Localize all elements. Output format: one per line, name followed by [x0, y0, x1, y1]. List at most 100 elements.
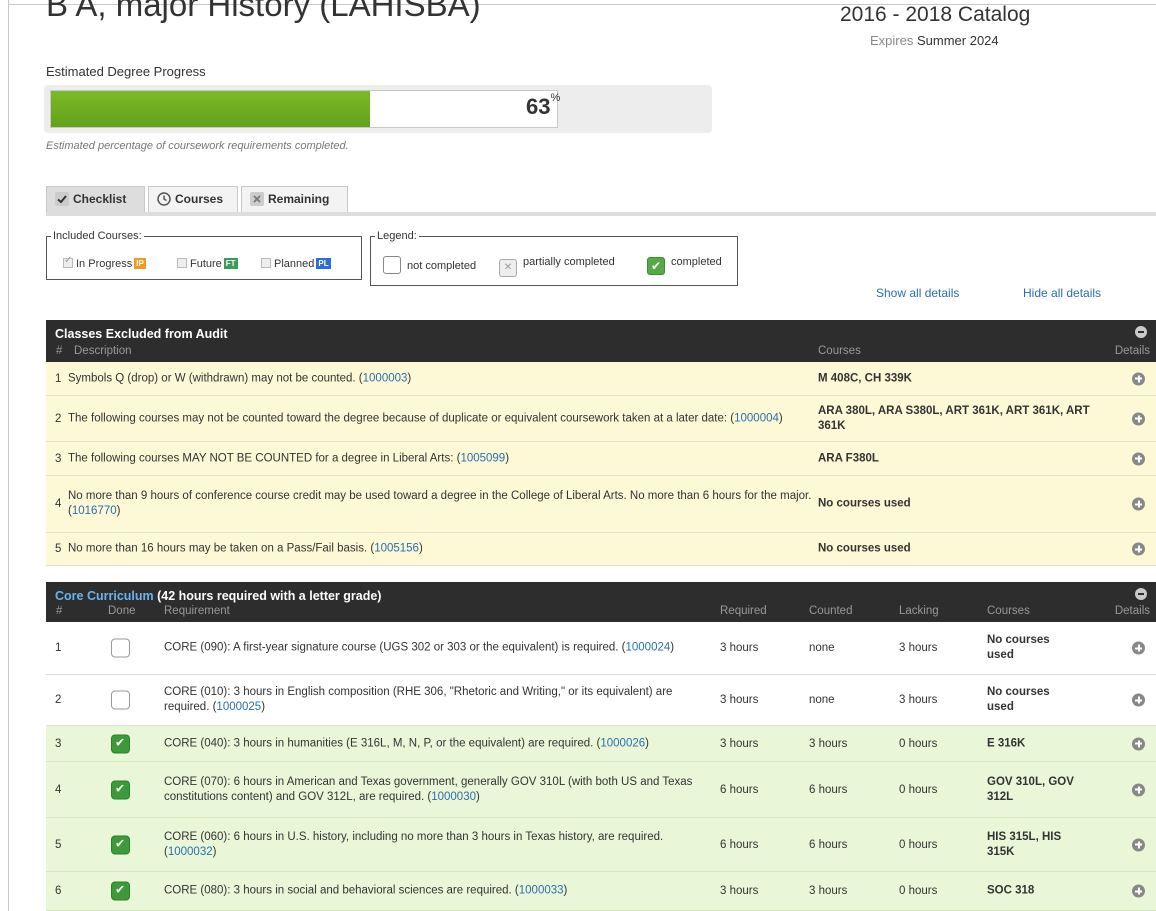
expand-details-icon[interactable] [1132, 737, 1145, 750]
row-num: 3 [55, 737, 62, 750]
row-requirement: CORE (060): 6 hours in U.S. history, inc… [164, 830, 704, 860]
table-row: 4 CORE (070): 6 hours in American and Tex… [46, 762, 1156, 818]
row-text: CORE (070): 6 hours in American and Texa… [164, 775, 693, 803]
in-progress-checkbox[interactable] [63, 255, 73, 268]
rule-code-link[interactable]: 1000004 [734, 412, 779, 424]
row-text: The following courses may not be counted… [68, 412, 735, 424]
row-text: CORE (040): 3 hours in humanities (E 316… [164, 737, 601, 749]
col-counted: Counted [809, 605, 853, 617]
filter-future[interactable]: Future FT [177, 258, 238, 270]
expand-details-icon[interactable] [1132, 884, 1145, 898]
expand-details-icon[interactable] [1132, 693, 1145, 707]
row-lacking: 0 hours [899, 838, 938, 851]
row-courses: No courses used [987, 634, 1050, 661]
expand-details-icon[interactable] [1132, 372, 1145, 385]
expand-details-icon[interactable] [1132, 452, 1145, 465]
row-required: 6 hours [720, 783, 759, 796]
core-section-title: Core Curriculum (42 hours required with … [55, 589, 381, 603]
tab-courses[interactable]: Courses [148, 186, 238, 212]
row-courses: ARA F380L [818, 452, 879, 464]
col-requirement: Requirement [164, 605, 230, 617]
catalog-expiry: Expires Summer 2024 [870, 33, 999, 48]
legend-completed-label: completed [671, 256, 722, 268]
completed-check-icon [111, 835, 130, 854]
row-text-tail: ) [645, 737, 649, 749]
rule-code-link[interactable]: 1000025 [216, 701, 261, 713]
row-required: 3 hours [720, 737, 759, 750]
rule-code-link[interactable]: 1000030 [431, 791, 476, 803]
row-text: CORE (090): A first-year signature cours… [164, 641, 626, 654]
left-border [8, 0, 9, 911]
col-required: Required [720, 605, 767, 617]
expires-label: Expires [870, 33, 914, 48]
row-num: 4 [55, 783, 62, 796]
row-description: No more than 16 hours may be taken on a … [68, 542, 818, 557]
show-all-details-link[interactable]: Show all details [876, 286, 959, 300]
row-num: 6 [55, 885, 62, 897]
row-courses: M 408C, CH 339K [818, 372, 912, 384]
row-text: CORE (060): 6 hours in U.S. history, inc… [164, 830, 664, 858]
row-courses: ARA 380L, ARA S380L, ART 361K, ART 361K,… [818, 404, 1090, 432]
expand-details-icon[interactable] [1132, 412, 1145, 425]
planned-badge: PL [316, 258, 331, 269]
partial-x-icon: ✕ [499, 259, 517, 277]
filter-in-progress[interactable]: In ProgressIP [63, 255, 146, 270]
rule-code-link[interactable]: 1000003 [363, 372, 408, 384]
row-num: 5 [55, 543, 62, 555]
rule-code-link[interactable]: 1000026 [600, 737, 645, 749]
collapse-icon[interactable] [1135, 326, 1147, 338]
tab-checklist[interactable]: Checklist [46, 186, 145, 212]
legend-not-completed: not completed [383, 256, 476, 274]
tab-remaining[interactable]: Remaining [241, 186, 348, 212]
row-description: No more than 9 hours of conference cours… [68, 489, 818, 519]
included-courses-legend: Included Courses: [53, 230, 142, 242]
expand-details-icon[interactable] [1132, 542, 1145, 556]
clock-icon [157, 192, 171, 206]
expand-details-icon[interactable] [1132, 838, 1145, 851]
expires-value: Summer 2024 [916, 33, 999, 48]
progress-panel: 63% [44, 85, 712, 133]
progress-label: Estimated Degree Progress [46, 64, 206, 79]
expand-details-icon[interactable] [1132, 783, 1145, 796]
progress-percent-value: 63 [526, 94, 551, 119]
row-counted: none [809, 694, 835, 706]
rule-code-link[interactable]: 1000024 [626, 642, 671, 654]
col-num: # [56, 605, 63, 617]
progress-note: Estimated percentage of coursework requi… [46, 140, 349, 152]
row-courses: No courses used [987, 686, 1050, 713]
page-title: B A, major History (LAHISBA) [46, 0, 481, 23]
future-badge: FT [223, 258, 238, 269]
x-icon [250, 192, 264, 206]
check-icon [55, 192, 69, 206]
rule-code-link[interactable]: 1000032 [168, 846, 213, 858]
future-checkbox[interactable] [177, 258, 187, 268]
table-row: 6 CORE (080): 3 hours in social and behav… [46, 872, 1156, 911]
filter-planned[interactable]: Planned PL [261, 258, 331, 270]
row-counted: 3 hours [809, 737, 848, 750]
row-courses: HIS 315L, HIS 315K [987, 830, 1062, 858]
row-text: No more than 16 hours may be taken on a … [68, 542, 375, 555]
row-description: Symbols Q (drop) or W (withdrawn) may no… [68, 371, 818, 386]
completed-check-icon [111, 780, 130, 799]
expand-details-icon[interactable] [1132, 497, 1145, 511]
row-text-tail: ) [212, 845, 217, 858]
core-curriculum-link[interactable]: Core Curriculum [55, 589, 154, 603]
excluded-section-title: Classes Excluded from Audit [55, 327, 228, 341]
row-text-tail: ) [407, 372, 412, 384]
hide-all-details-link[interactable]: Hide all details [1023, 286, 1101, 300]
col-courses: Courses [987, 605, 1030, 617]
rule-code-link[interactable]: 1005156 [374, 543, 419, 555]
tab-remaining-label: Remaining [268, 192, 330, 206]
table-row: 3 The following courses MAY NOT BE COUNT… [46, 442, 1156, 476]
row-courses: No courses used [818, 497, 911, 510]
rule-code-link[interactable]: 1000033 [519, 885, 564, 897]
row-text: The following courses MAY NOT BE COUNTED… [68, 452, 461, 464]
table-row: 4 No more than 9 hours of conference cou… [46, 476, 1156, 533]
row-lacking: 0 hours [899, 737, 938, 750]
rule-code-link[interactable]: 1016770 [72, 505, 117, 517]
rule-code-link[interactable]: 1005099 [460, 452, 505, 464]
planned-checkbox[interactable] [261, 258, 271, 268]
collapse-icon[interactable] [1135, 588, 1147, 600]
col-details: Details [1114, 605, 1150, 617]
expand-details-icon[interactable] [1132, 641, 1145, 655]
